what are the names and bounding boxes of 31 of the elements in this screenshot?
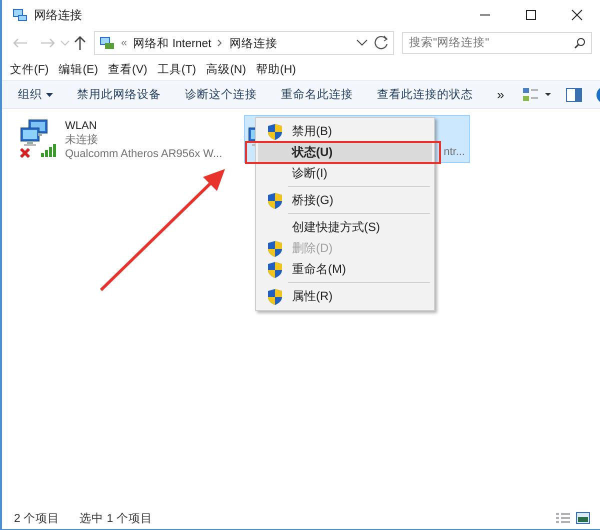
menu-item[interactable]: 文件(F) [10,62,49,76]
menu-item[interactable]: 高级(N) [206,62,246,76]
device-name: ntr... [444,145,465,159]
address-bar[interactable]: « 网络和 Internet 网络连接 [94,31,394,55]
context-menu-item[interactable]: 重命名(M) [258,259,432,280]
context-menu-item[interactable]: 属性(R) [258,286,432,307]
toolbar-button[interactable]: 禁用此网络设备 [77,87,161,102]
context-menu-item[interactable]: 诊断(I) [258,163,432,184]
more-button[interactable]: » [497,87,504,102]
menu-item[interactable]: 编辑(E) [58,62,98,76]
menu-item[interactable]: 帮助(H) [256,62,296,76]
context-menu-item[interactable]: 禁用(B) [258,121,432,142]
context-menu-item[interactable]: 创建快捷方式(S) [258,217,432,238]
menu-item[interactable]: 查看(V) [108,62,148,76]
menu-item[interactable]: 工具(T) [157,62,196,76]
toolbar-button[interactable]: 组织 [18,87,53,102]
toolbar-button[interactable]: 查看此连接的状态 [377,87,473,102]
connection-name: WLAN [65,119,97,133]
breadcrumb[interactable]: 网络连接 [229,36,278,50]
search-field[interactable]: 搜索"网络连接" [402,32,592,54]
breadcrumb[interactable]: 网络和 Internet [133,36,212,50]
context-menu-item[interactable]: 状态(U) [258,142,432,163]
connection-item[interactable]: WLAN 未连接 Qualcomm Atheros AR956x W... [16,115,242,163]
toolbar-button[interactable]: 诊断这个连接 [185,87,257,102]
context-menu-item[interactable]: 桥接(G) [258,190,432,211]
toolbar-button[interactable]: 重命名此连接 [281,87,353,102]
selection-count: 选中 1 个项目 [80,512,152,526]
connection-status: 未连接 [65,133,98,147]
device-name: Qualcomm Atheros AR956x W... [65,147,222,161]
window-title: 网络连接 [34,6,83,24]
item-count: 2 个项目 [14,512,60,526]
